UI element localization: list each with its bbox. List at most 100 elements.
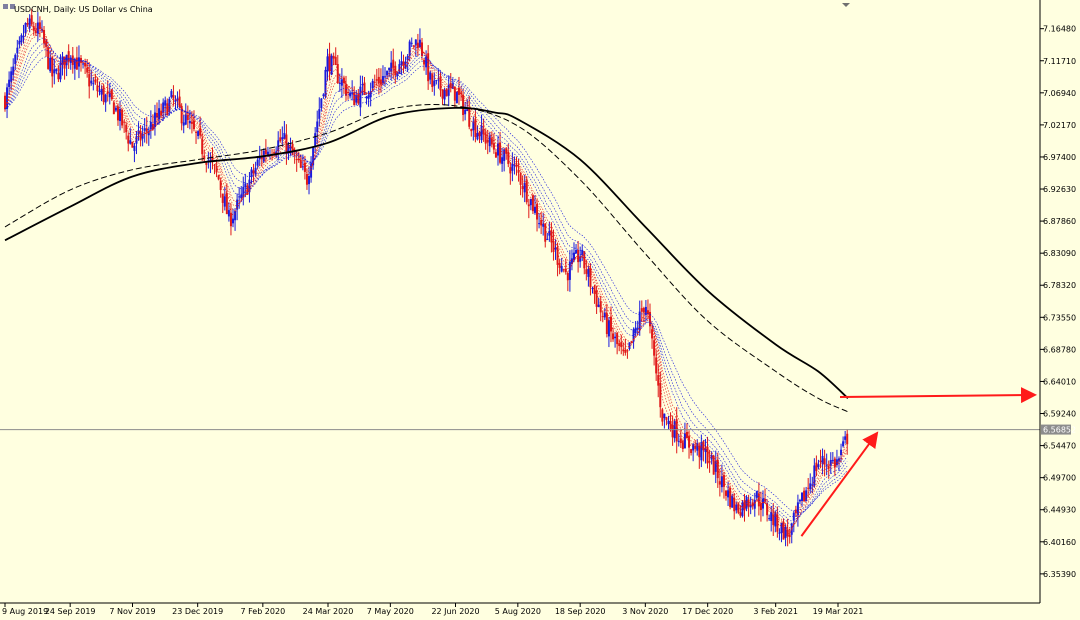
candle-body xyxy=(807,487,810,489)
candle-body xyxy=(599,301,602,313)
candle-body xyxy=(192,120,195,130)
candle-body xyxy=(720,476,723,488)
candle-body xyxy=(371,81,374,89)
candle-body xyxy=(659,382,662,408)
candle-body xyxy=(533,206,536,213)
candle-body xyxy=(521,186,524,190)
y-tick-label: 6.35390 xyxy=(1043,570,1076,579)
y-tick-label: 6.40160 xyxy=(1043,538,1076,547)
candle-body xyxy=(741,502,744,517)
candle-body xyxy=(344,84,347,96)
candle-body xyxy=(542,223,545,227)
candle-body xyxy=(503,149,506,161)
candle-body xyxy=(225,192,228,215)
candle-body xyxy=(36,22,39,34)
candle-body xyxy=(363,82,366,95)
candle-body xyxy=(215,165,218,173)
x-tick-label: 3 Nov 2020 xyxy=(622,607,668,616)
candle-body xyxy=(657,375,660,386)
price-chart[interactable]: 7.16480 7.11710 7.06940 7.02170 6.97400 6.926… xyxy=(0,0,1080,620)
candle-body xyxy=(511,163,514,171)
candle-body xyxy=(833,458,836,468)
candle-body xyxy=(575,250,578,254)
candle-body xyxy=(817,464,820,468)
candle-body xyxy=(51,57,54,77)
candle-body xyxy=(386,70,389,76)
x-tick-label: 22 Jun 2020 xyxy=(431,607,479,616)
candle-body xyxy=(683,433,686,449)
y-tick-label: 6.49700 xyxy=(1043,474,1076,483)
candle-body xyxy=(158,108,161,120)
candle-body xyxy=(221,193,224,203)
candle-body xyxy=(190,121,193,124)
candle-body xyxy=(373,81,376,83)
candle-body xyxy=(164,100,167,106)
candle-body xyxy=(667,420,670,425)
candle-body xyxy=(770,511,773,522)
candle-body xyxy=(831,459,834,462)
chart-title: USDCNH, Daily: US Dollar vs China xyxy=(14,5,153,14)
candle-body xyxy=(184,114,187,125)
candle-body xyxy=(238,196,241,198)
candle-body xyxy=(601,316,604,318)
candle-body xyxy=(494,152,497,158)
candle-body xyxy=(123,121,126,123)
y-tick-label: 6.78320 xyxy=(1043,281,1076,290)
candle-body xyxy=(347,91,350,94)
candle xyxy=(712,454,715,475)
candle-body xyxy=(626,350,629,352)
candle-body xyxy=(815,462,818,471)
y-tick-label: 6.44930 xyxy=(1043,506,1076,515)
candle-body xyxy=(131,141,134,148)
x-tick-label: 7 Nov 2019 xyxy=(109,607,155,616)
candle-body xyxy=(591,288,594,290)
candle-body xyxy=(8,79,11,88)
candle-body xyxy=(96,85,99,92)
candle-body xyxy=(612,333,615,340)
candle-body xyxy=(182,122,185,126)
window-menu-icon[interactable] xyxy=(3,4,8,9)
candle-body xyxy=(423,59,426,65)
candle-body xyxy=(840,449,843,456)
candle-body xyxy=(718,481,721,485)
candle-body xyxy=(121,109,124,126)
candle-body xyxy=(739,512,742,516)
candle-body xyxy=(445,89,448,97)
candle-body xyxy=(558,262,561,268)
candle-body xyxy=(100,88,103,95)
y-tick-label: 7.06940 xyxy=(1043,89,1076,98)
candle-body xyxy=(65,54,68,66)
candle-body xyxy=(607,320,610,337)
candle-body xyxy=(835,459,838,465)
y-tick-label: 7.11710 xyxy=(1043,57,1076,66)
candle-body xyxy=(747,499,750,507)
candle-body xyxy=(488,135,491,147)
candle xyxy=(729,485,732,510)
candle-body xyxy=(735,504,738,511)
candle-body xyxy=(22,36,25,38)
candle-body xyxy=(548,230,551,236)
candle-body xyxy=(663,413,666,419)
candle-body xyxy=(595,290,598,307)
candle-body xyxy=(509,167,512,174)
candle-body xyxy=(305,174,308,185)
candle-body xyxy=(361,84,364,86)
candle-body xyxy=(384,76,387,78)
candle-body xyxy=(392,59,395,68)
candle-body xyxy=(819,460,822,463)
candle-body xyxy=(455,91,458,104)
candle-body xyxy=(162,102,165,113)
candle-body xyxy=(842,441,845,447)
y-tick-label: 7.02170 xyxy=(1043,121,1076,130)
candle-body xyxy=(20,35,23,43)
candle-body xyxy=(725,490,728,496)
candle-body xyxy=(53,69,56,74)
candle-body xyxy=(145,128,148,132)
candle xyxy=(741,500,744,518)
candle-body xyxy=(127,135,130,144)
candle-body xyxy=(328,53,331,72)
candle xyxy=(330,53,333,76)
candle-body xyxy=(622,349,625,352)
candle-body xyxy=(112,102,115,115)
candle-body xyxy=(176,98,179,100)
